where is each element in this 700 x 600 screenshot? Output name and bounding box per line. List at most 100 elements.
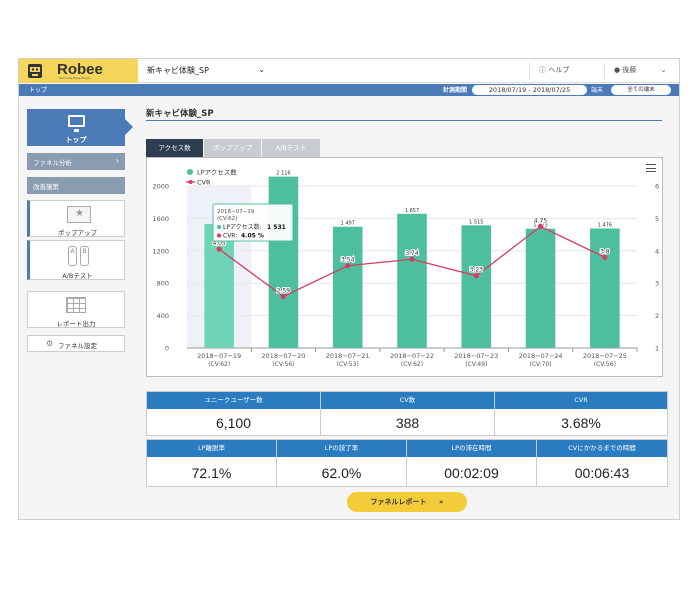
legend-marker [188,180,193,184]
question-icon: ⓘ [539,66,546,74]
kpi-value: 6,100 [215,415,252,431]
help-link[interactable]: ⓘ ヘルプ [539,65,569,75]
kpi-label: LP離脱率 [147,440,276,457]
kpi-cvr: CVR 3.68% [495,392,667,435]
cvr-point [537,223,544,230]
y-right-tick-label: 5 [655,215,659,223]
tab-ab-test[interactable]: A/Bテスト [262,139,320,157]
sidebar-item-label: ファネル設定 [58,342,97,350]
tab-access[interactable]: アクセス数 [146,139,203,157]
x-tick-label: 2018−07−20 [261,352,305,360]
bar-value-label: 1 476 [598,222,612,228]
gear-icon: ⚙ [46,339,54,348]
sidebar-item-label: トップ [65,136,87,144]
cvr-point [602,254,608,260]
funnel-report-button[interactable]: ファネルレポート » [347,492,467,512]
x-tick-label: 2018−07−19 [197,352,241,360]
bar-value-label: 1 515 [469,219,483,225]
cvr-value-label: 3.74 [405,250,419,257]
cvr-point [345,263,351,269]
x-tick-sublabel: (CV:70) [529,361,551,368]
project-name: 新キャビ体験_SP [147,66,209,75]
x-tick-label: 2018−07−23 [454,352,498,360]
project-select[interactable]: 新キャビ体験_SP ⌄ [147,65,265,79]
kpi-label: ユニークユーザー数 [147,392,320,409]
kpi-value: 388 [395,415,420,431]
bar [332,226,363,348]
sub-bar: トップ 計測期間 2018/07/19 - 2018/07/25 端末 全ての端… [19,84,679,96]
kpi-row-1: ユニークユーザー数 6,100 CV数 388 CVR 3.68% [146,391,668,436]
user-menu[interactable]: ● 後藤 ⌄ [614,65,666,75]
sidebar-item-funnel[interactable]: ファネル分析 › [27,153,125,170]
kpi-label: CVにかかるまでの時間 [537,440,667,457]
period-label: 計測期間 [443,87,468,94]
tooltip-marker [217,225,221,229]
x-tick-sublabel: (CV:62) [401,361,423,368]
sidebar-item-ab-test[interactable]: A B A/Bテスト [27,240,125,280]
ab-icon-b: B [80,246,89,266]
legend-marker [187,169,193,175]
sidebar-item-label: A/Bテスト [62,272,93,280]
kpi-value: 62.0% [321,465,362,481]
bar [397,213,427,348]
period-select[interactable]: 2018/07/19 - 2018/07/25 [472,85,587,95]
tooltip-cvr-label: CVR: [223,233,237,240]
x-tick-label: 2018−07−25 [583,352,627,360]
app-window: Robee SPI Code Base Plugin 新キャビ体験_SP ⌄ ⓘ… [18,58,680,520]
sidebar-item-funnel-setting[interactable]: ⚙ ファネル設定 [27,335,125,352]
cvr-point [409,256,415,262]
help-label: ヘルプ [548,66,570,74]
chart-panel: 0 400 800 1200 1600 2000 1 2 3 4 5 6 1 531 2018−07−19… [146,157,663,377]
y-right-tick-label: 2 [655,312,659,320]
sidebar-item-top[interactable]: トップ [27,109,133,146]
hamburger-menu-icon[interactable] [646,164,656,172]
tab-popup[interactable]: ポップアップ [204,139,261,157]
logo[interactable]: Robee SPI Code Base Plugin [19,59,138,83]
active-arrow [125,119,133,135]
sidebar-item-label: ファネル分析 [33,159,72,167]
bar [590,228,620,348]
x-tick-label: 2018−07−24 [519,352,563,360]
sidebar-item-label: レポート出力 [56,320,96,328]
tooltip-access-label: LPアクセス数: [223,223,262,231]
bar [525,228,556,348]
x-tick-label: 2018−07−21 [326,352,370,360]
user-icon: ● [614,66,621,74]
bar-value-label: 2 116 [276,171,290,177]
tooltip-access-value: 1 531 [267,224,286,231]
y-left-tick-label: 0 [165,345,169,353]
kpi-row-2: LP離脱率 72.1% LPの読了率 62.0% LPの滞在時間 00:02:0… [146,439,668,487]
sidebar-section-improve: 改善施策 [27,177,125,194]
x-tick-label: 2018−07−22 [390,352,434,360]
y-left-tick-label: 1200 [152,247,169,255]
sidebar-item-label: ポップアップ [58,229,97,237]
kpi-lp-dwell-time: LPの滞在時間 00:02:09 [407,440,537,486]
chevron-down-icon: ⌄ [258,65,265,74]
x-tick-sublabel: (CV:56) [594,361,616,368]
y-right-tick-label: 4 [655,247,659,255]
tooltip-cvr-value: 4.05 % [241,233,264,240]
y-left-tick-label: 2000 [152,183,169,191]
device-select[interactable]: 全ての端末 [611,85,671,95]
kpi-unique-users: ユニークユーザー数 6,100 [147,392,321,435]
tooltip-date: 2018−07−19 [217,209,255,215]
cvr-value-label: 2.59 [277,287,291,294]
sidebar-item-popup[interactable]: ポップアップ [27,200,125,237]
kpi-value: 72.1% [191,465,232,481]
cvr-value-label: 3.54 [341,257,355,264]
x-tick-sublabel: (CV:53) [337,361,359,368]
sidebar-item-report[interactable]: レポート出力 [27,291,125,328]
kpi-label: LPの読了率 [277,440,406,457]
y-right-tick-label: 3 [655,280,659,288]
monitor-icon [68,115,85,132]
bar [268,176,299,348]
kpi-cv-count: CV数 388 [321,392,495,435]
cvr-point [280,293,287,300]
bar [461,225,492,348]
button-label: ファネルレポート [370,498,427,506]
kpi-time-to-cv: CVにかかるまでの時間 00:06:43 [537,440,667,486]
kpi-lp-bounce: LP離脱率 72.1% [147,440,277,486]
y-left-tick-label: 400 [157,312,169,320]
breadcrumb[interactable]: トップ [29,85,47,94]
popup-icon [67,206,91,223]
